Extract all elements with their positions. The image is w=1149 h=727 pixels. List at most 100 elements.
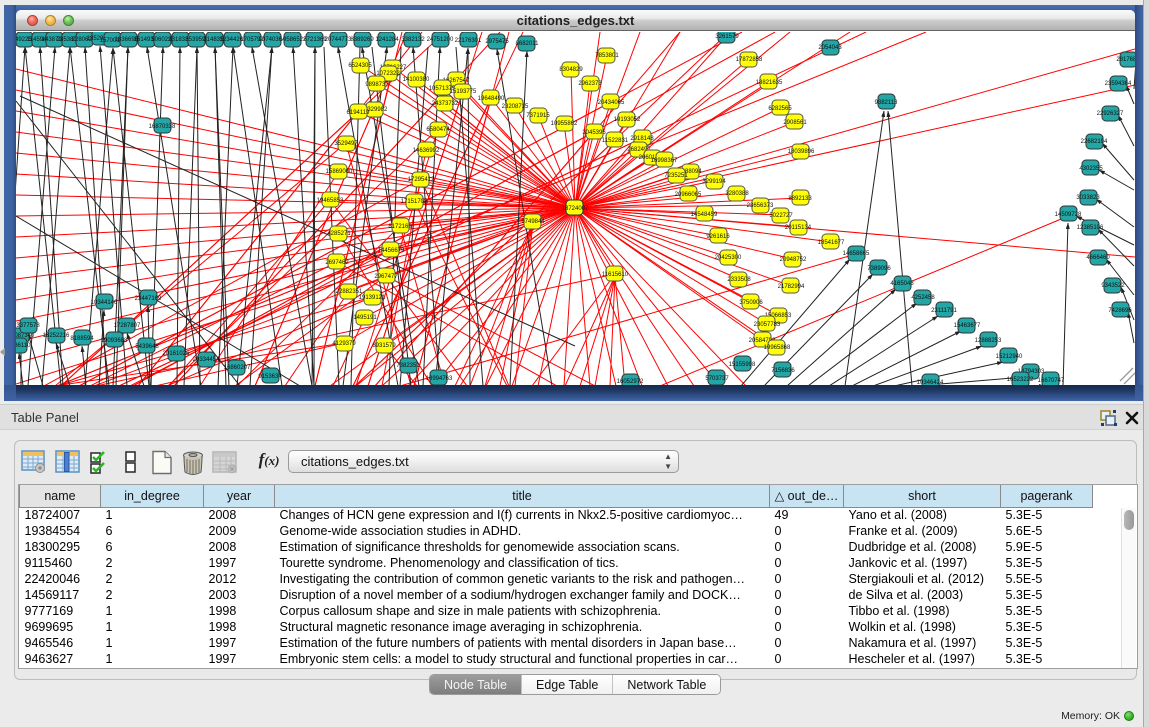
svg-text:21782994: 21782994: [778, 284, 805, 290]
svg-text:6580474: 6580474: [426, 127, 450, 133]
svg-text:11615610: 11615610: [602, 272, 629, 278]
svg-text:7428696: 7428696: [1108, 308, 1132, 314]
svg-text:20966065: 20966065: [675, 192, 702, 198]
svg-text:16998367: 16998367: [651, 158, 678, 164]
svg-text:14509728: 14509728: [1055, 212, 1082, 218]
svg-text:7235251: 7235251: [664, 173, 688, 179]
svg-text:5703737: 5703737: [705, 376, 729, 382]
svg-text:8931579: 8931579: [372, 343, 396, 349]
svg-text:8188594: 8188594: [70, 336, 94, 342]
svg-text:16860207: 16860207: [224, 365, 251, 371]
svg-text:23208715: 23208715: [502, 104, 529, 110]
svg-text:2817683: 2817683: [1116, 57, 1135, 63]
svg-text:23111791: 23111791: [931, 308, 957, 314]
svg-text:19139121: 19139121: [359, 295, 386, 301]
svg-text:17287807: 17287807: [114, 323, 141, 329]
svg-text:4285271: 4285271: [327, 231, 351, 237]
svg-text:10346424: 10346424: [917, 380, 944, 385]
svg-text:10955862: 10955862: [551, 121, 578, 127]
svg-text:16052972: 16052972: [617, 379, 644, 385]
svg-text:9343522: 9343522: [1101, 283, 1125, 289]
svg-text:20161026: 20161026: [163, 351, 190, 357]
svg-text:2908561: 2908561: [783, 120, 807, 126]
svg-text:17151708: 17151708: [401, 199, 428, 205]
svg-text:15869000: 15869000: [326, 169, 353, 175]
svg-text:19465853: 19465853: [317, 198, 344, 204]
svg-text:19093688: 19093688: [101, 338, 128, 344]
svg-text:18724007: 18724007: [562, 206, 589, 212]
svg-text:2975475: 2975475: [485, 39, 509, 45]
svg-text:11522831: 11522831: [602, 138, 629, 144]
svg-text:20948752: 20948752: [780, 257, 807, 263]
svg-text:18252216: 18252216: [43, 333, 70, 339]
svg-text:2697462: 2697462: [325, 260, 349, 266]
svg-text:20115134: 20115134: [785, 225, 812, 231]
svg-text:8304829: 8304829: [559, 67, 583, 73]
svg-text:9261616: 9261616: [706, 234, 730, 240]
svg-text:3750906: 3750906: [739, 300, 763, 306]
svg-text:9153634: 9153634: [258, 374, 282, 380]
svg-text:9749844: 9749844: [521, 219, 545, 225]
svg-text:14658665: 14658665: [843, 251, 870, 257]
svg-text:16870338: 16870338: [149, 124, 176, 130]
svg-text:1495191: 1495191: [353, 315, 377, 321]
svg-text:6524305: 6524305: [348, 63, 372, 69]
svg-text:8172169: 8172169: [388, 224, 412, 230]
svg-text:3382132: 3382132: [401, 37, 425, 43]
svg-text:3529497: 3529497: [334, 141, 358, 147]
svg-text:18821635: 18821635: [756, 80, 783, 86]
svg-text:7389096: 7389096: [867, 266, 891, 272]
svg-text:14548459: 14548459: [691, 212, 718, 218]
svg-text:3299194: 3299194: [702, 179, 726, 185]
svg-text:9382113: 9382113: [875, 100, 899, 106]
svg-text:6282565: 6282565: [768, 106, 792, 112]
svg-text:3261579: 3261579: [715, 34, 739, 40]
svg-text:8682011: 8682011: [516, 41, 540, 47]
svg-text:24373732: 24373732: [432, 101, 459, 107]
svg-text:8986110: 8986110: [16, 343, 31, 349]
svg-text:20434065: 20434065: [598, 100, 625, 106]
svg-text:2967477: 2967477: [374, 274, 398, 280]
svg-text:8892133: 8892133: [788, 196, 812, 202]
svg-text:14636992: 14636992: [413, 148, 440, 154]
svg-text:4302355: 4302355: [1079, 166, 1103, 172]
svg-text:12888253: 12888253: [975, 338, 1002, 344]
svg-text:5022727: 5022727: [769, 213, 793, 219]
svg-text:22926327: 22926327: [1097, 111, 1124, 117]
svg-text:23594364: 23594364: [1105, 81, 1132, 87]
svg-text:18541677: 18541677: [818, 240, 845, 246]
svg-text:7156836: 7156836: [771, 368, 795, 374]
svg-text:9898737: 9898737: [365, 82, 389, 88]
svg-text:2054043: 2054043: [818, 45, 842, 51]
svg-text:3377578: 3377578: [16, 323, 40, 329]
svg-text:3045396: 3045396: [582, 130, 606, 136]
svg-text:7371915: 7371915: [526, 113, 550, 119]
svg-text:24751200: 24751200: [427, 37, 454, 43]
svg-text:18039896: 18039896: [788, 149, 815, 155]
svg-text:14100380: 14100380: [403, 77, 430, 83]
svg-text:19648490: 19648490: [478, 96, 505, 102]
svg-text:23656373: 23656373: [747, 203, 774, 209]
svg-text:18994763: 18994763: [426, 376, 453, 382]
svg-text:7382351: 7382351: [396, 363, 420, 369]
svg-text:8389269: 8389269: [350, 37, 374, 43]
svg-text:17872858: 17872858: [736, 57, 763, 63]
svg-text:3280388: 3280388: [725, 191, 749, 197]
svg-text:15212940: 15212940: [996, 354, 1023, 360]
svg-text:14456679: 14456679: [378, 248, 405, 254]
svg-text:6194119: 6194119: [347, 110, 371, 116]
svg-text:4252458: 4252458: [911, 295, 935, 301]
svg-text:2962373: 2962373: [578, 81, 602, 87]
svg-text:2333508: 2333508: [727, 277, 751, 283]
svg-text:4129379: 4129379: [332, 341, 356, 347]
svg-text:16523222: 16523222: [1007, 377, 1034, 383]
svg-text:20425300: 20425300: [715, 255, 742, 261]
svg-text:20744773: 20744773: [325, 37, 352, 43]
svg-text:15193775: 15193775: [450, 89, 477, 95]
svg-text:20334454: 20334454: [193, 357, 220, 363]
svg-text:10344146: 10344146: [91, 300, 118, 306]
svg-text:23057783: 23057783: [754, 322, 781, 328]
svg-text:22176301: 22176301: [455, 38, 482, 44]
svg-text:17295412: 17295412: [408, 177, 435, 183]
svg-text:23447169: 23447169: [135, 296, 162, 302]
